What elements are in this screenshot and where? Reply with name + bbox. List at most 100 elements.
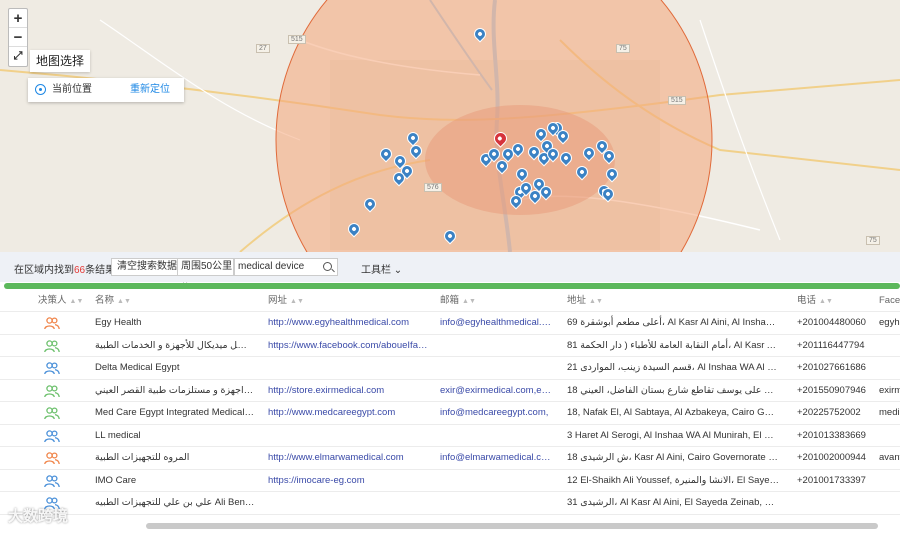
road-number: 515 [288,35,306,44]
result-toolbar: 在区域内找到66条结果 清空搜索数据 周围50公里 ⌄ medical devi… [0,252,900,288]
phone-cell: +201002000944 [797,452,866,463]
table-row[interactable]: Delta Medical Egypt 21 قسم السيدة زينب، ا… [0,357,900,380]
company-name: علي بن علي للتجهيزات الطبيه Ali Ben Ali [95,497,255,508]
table-row[interactable]: اجهزة و مستلزمات طبية القصر العيني Exir … [0,380,900,402]
sort-icon: ▲▼ [462,298,476,305]
chevron-down-icon: ⌄ [393,265,403,276]
person-icon[interactable] [44,339,60,353]
person-icon[interactable] [44,317,60,330]
email-link[interactable]: info@egyhealthmedical.co... [440,312,552,334]
horizontal-scrollbar[interactable] [146,523,878,529]
address-cell: 31 الرشيدى، Al Kasr Al Aini, El Sayeda Z… [567,497,779,508]
table-row[interactable]: Med Care Egypt Integrated Medical Sy... h… [0,402,900,425]
map-select-button[interactable]: 地图选择 [30,50,90,72]
phone-cell: +201004480060 [797,317,866,328]
road-number: 515 [668,96,686,105]
company-name: IMO Care [95,474,137,486]
search-icon[interactable] [323,262,332,271]
radius-select[interactable]: 周围50公里 ⌄ [177,258,234,288]
company-name: Egy Health [95,317,142,328]
phone-cell: +201027661686 [797,362,866,373]
clear-search-button[interactable]: 清空搜索数据 [111,258,183,276]
address-cell: 18, Nafak El, Al Sabtaya, Al Azbakeya, C… [567,407,779,418]
facebook-cell[interactable]: exirm [879,380,900,402]
road-number: 27 [256,44,270,53]
person-icon[interactable] [44,429,60,443]
zoom-in-button[interactable]: + [9,9,27,28]
phone-cell: +20225752002 [797,407,861,418]
fullscreen-icon[interactable]: ⤢ [9,47,27,66]
phone-cell: +201001733397 [797,474,866,486]
toolbar-menu[interactable]: 工具栏 ⌄ [361,261,402,276]
facebook-cell[interactable]: egyhe [879,312,900,334]
phone-cell: +201550907946 [797,384,866,396]
person-icon[interactable] [44,452,60,465]
watermark-logo: 大数跨境 [8,508,69,525]
table-row[interactable]: أبو الفضل ميديكال للأجهزة و الخدمات الطب… [0,335,900,357]
person-icon[interactable] [44,474,60,488]
sort-icon: ▲▼ [589,298,603,305]
sort-icon: ▲▼ [290,298,304,305]
company-name: أبو الفضل ميديكال للأجهزة و الخدمات الطب… [95,339,255,351]
table-row[interactable]: LL medical 3 Haret Al Serogi, Al Inshaa W… [0,425,900,447]
address-cell: 81 أمام النقابة العامة للأطباء ( دار الح… [567,339,779,351]
table-row[interactable]: علي بن علي للتجهيزات الطبيه Ali Ben Ali 3… [0,492,900,515]
person-icon[interactable] [44,407,60,420]
facebook-cell[interactable]: avant [879,447,900,469]
column-header-address[interactable]: 地址 ▲▼ [567,290,779,313]
company-name: اجهزة و مستلزمات طبية القصر العيني Exir … [95,384,255,396]
map-view[interactable]: 515 27 75 515 576 75 + − ⤢ 地图选择 当前位置 重新定… [0,0,900,252]
website-link[interactable]: http://www.medcareegypt.com [268,402,430,424]
phone-cell: +201013383669 [797,429,866,441]
email-link[interactable]: exir@exirmedical.com,exir... [440,380,552,402]
company-name: Delta Medical Egypt [95,362,180,373]
website-link[interactable]: http://www.egyhealthmedical.com [268,312,430,334]
company-name: Med Care Egypt Integrated Medical Sy... [95,407,255,418]
location-panel: 当前位置 重新定位 [28,78,184,102]
road-number: 75 [616,44,630,53]
current-location-label[interactable]: 当前位置 [52,78,92,102]
result-count: 在区域内找到66条结果 [14,265,116,276]
company-name: المروه للتجهيزات الطبية [95,452,190,463]
person-icon[interactable] [44,362,60,375]
address-cell: 21 قسم السيدة زينب، المواردى، Al Inshaa … [567,362,779,373]
address-cell: 18 شارع الشيخ على يوسف تقاطع شارع بستان … [567,384,779,396]
address-cell: 69 أعلى مطعم أبوشقرة، Al Kasr Al Aini, A… [567,317,779,328]
email-link[interactable]: info@medcareegypt.com, [440,402,552,424]
address-cell: 12 El-Shaikh Ali Youssef, الانشا والمنير… [567,474,779,486]
table-row[interactable]: المروه للتجهيزات الطبية http://www.elmarw… [0,447,900,470]
website-link[interactable]: https://www.facebook.com/aboueIfadl... [268,335,430,357]
website-link[interactable]: https://imocare-eg.com [268,470,430,492]
website-link[interactable]: http://www.elmarwamedical.com [268,447,430,469]
phone-cell: +201116447794 [797,339,865,351]
table-row[interactable]: IMO Care https://imocare-eg.com 12 El-Shai… [0,470,900,492]
company-name: LL medical [95,429,141,441]
progress-bar [4,283,900,289]
column-header-website[interactable]: 网址 ▲▼ [268,290,430,313]
result-count-number: 66 [74,265,86,276]
road-number: 75 [866,236,880,245]
sort-icon: ▲▼ [117,298,131,305]
relocate-link[interactable]: 重新定位 [130,78,170,102]
map-base [0,0,900,252]
person-icon[interactable] [44,384,60,398]
website-link[interactable]: http://store.exirmedical.com [268,380,430,402]
address-cell: 3 Haret Al Serogi, Al Inshaa WA Al Munir… [567,429,779,441]
column-header-name[interactable]: 名称 ▲▼ [95,290,255,313]
zoom-control: + − ⤢ [8,8,28,67]
address-cell: 18 ش الرشيدى، Kasr Al Aini, Cairo Govern… [567,452,779,463]
location-target-icon [35,84,46,95]
progress-fill [4,283,900,289]
table-row[interactable]: Egy Health http://www.egyhealthmedical.co… [0,312,900,335]
column-header-email[interactable]: 邮箱 ▲▼ [440,290,552,313]
column-header-phone[interactable]: 电话 ▲▼ [797,290,867,313]
email-link[interactable]: info@elmarwamedical.co... [440,447,552,469]
sort-icon: ▲▼ [819,298,833,305]
search-input[interactable]: medical device [234,258,338,276]
zoom-out-button[interactable]: − [9,28,27,47]
results-table: 决策人▲▼ 名称▲▼ 网址▲▼ 邮箱▲▼ 地址▲▼ 电话▲▼ Faceb Egy… [0,290,900,515]
column-header-decision-maker[interactable]: 决策人 ▲▼ [38,290,88,313]
column-header-facebook[interactable]: Faceb [879,290,900,312]
facebook-cell[interactable]: medic [879,402,900,424]
table-header: 决策人▲▼ 名称▲▼ 网址▲▼ 邮箱▲▼ 地址▲▼ 电话▲▼ Faceb [0,290,900,312]
